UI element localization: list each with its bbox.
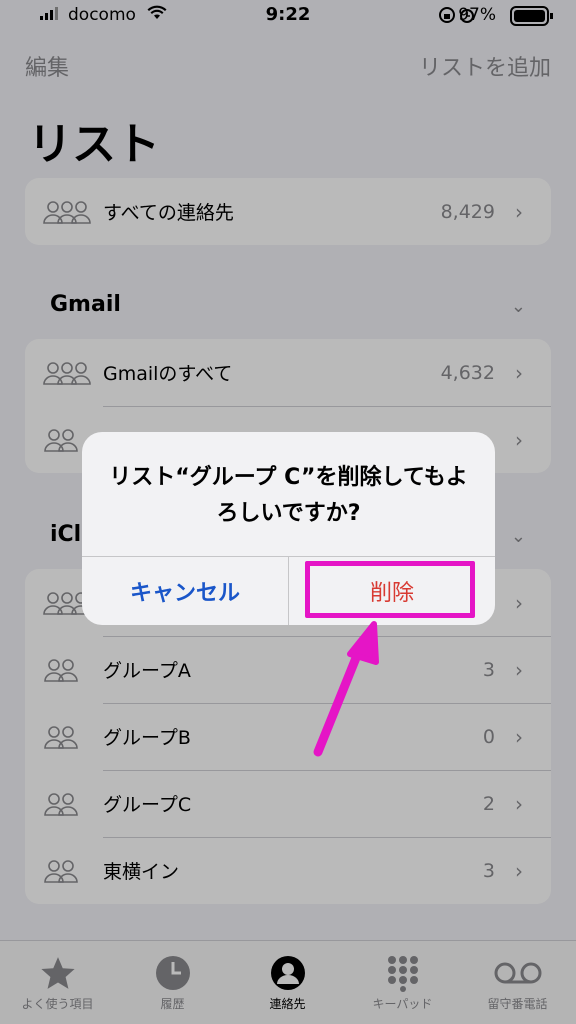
alert-message: リスト“グループ C”を削除してもよろしいですか? [109,465,468,526]
pointer-arrow-icon [313,621,379,757]
cancel-button[interactable]: キャンセル [82,556,288,625]
